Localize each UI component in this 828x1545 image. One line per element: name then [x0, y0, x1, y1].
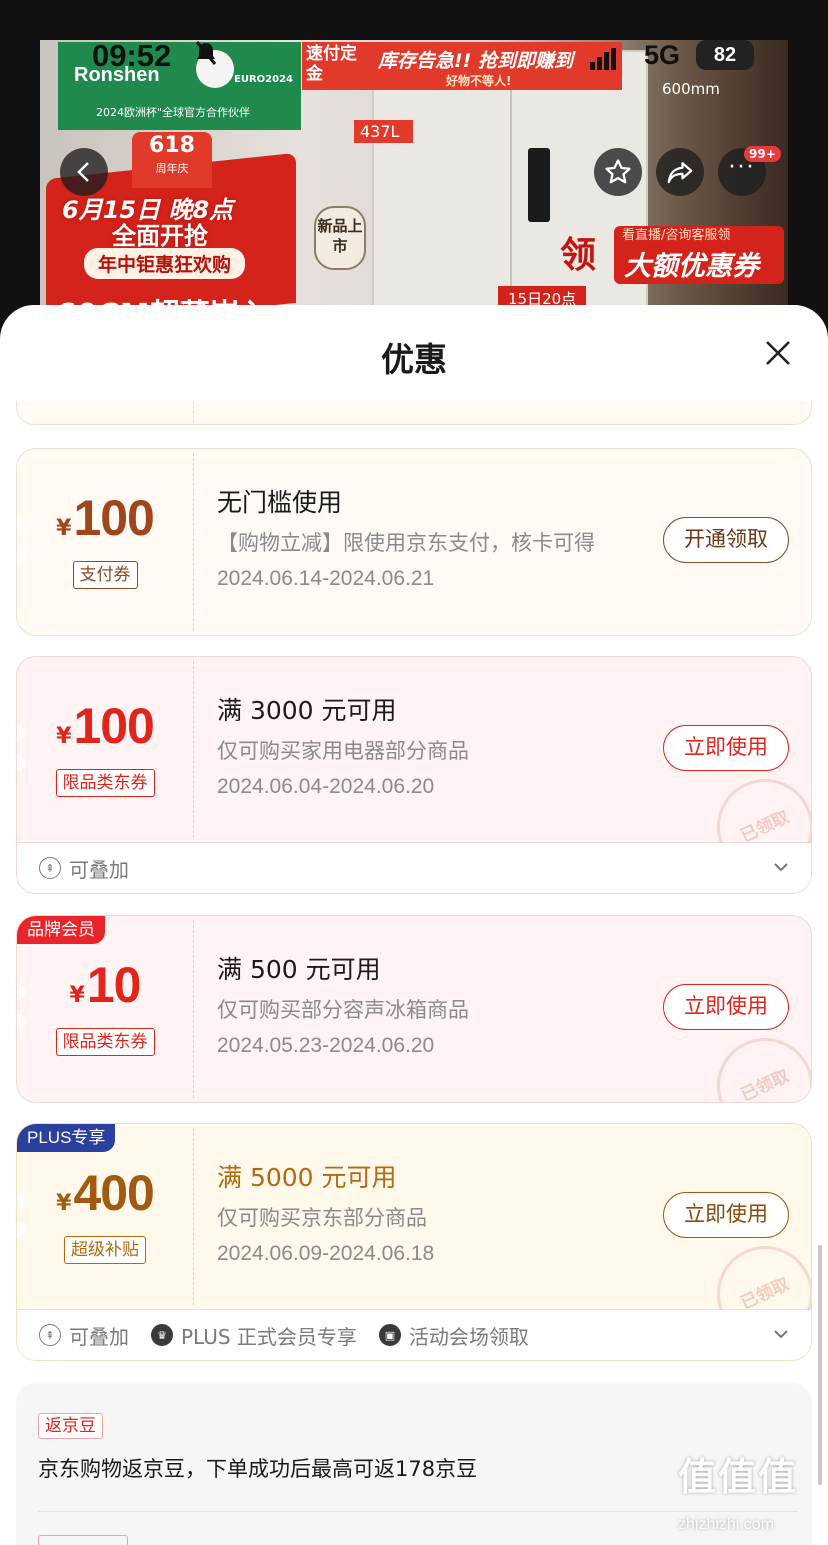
coupon-dates: 2024.05.23-2024.06.20 [217, 1034, 435, 1057]
coupon-amount: ¥10 [69, 957, 142, 1013]
product-banner: Ronshen 2024欧洲杯"全球官方合作伙伴 EURO2024 速付定金 库… [0, 0, 828, 330]
coupon-amount: ¥100 [56, 698, 155, 754]
euro-label: EURO2024 [234, 74, 293, 85]
divider [38, 1511, 798, 1512]
coupon-card[interactable]: 品牌会员 ¥10 限品类东券 满 500 元可用 仅可购买部分容声冰箱商品 20… [16, 915, 812, 1103]
share-button[interactable] [656, 148, 704, 196]
claimed-stamp: 已领取 [701, 1022, 811, 1102]
coupon-main: ¥100 支付券 无门槛使用 【购物立减】限使用京东支付，核卡可得 2024.0… [17, 449, 811, 635]
status-time: 09:52 [92, 38, 172, 73]
watermark-logo: 值值值 [678, 1455, 799, 1499]
brand-subtitle: 2024欧洲杯"全球官方合作伙伴 [96, 106, 251, 119]
watermark-url: zhizhizhi.com [678, 1516, 775, 1533]
coupon-condition: 无门槛使用 [217, 488, 343, 517]
coupon-condition: 满 5000 元可用 [217, 1163, 397, 1192]
network-type: 5G [644, 40, 681, 70]
size-label: 600mm [662, 80, 720, 98]
coupon-dates: 2024.06.14-2024.06.21 [217, 567, 435, 590]
coupon-condition: 满 500 元可用 [217, 955, 381, 984]
favorite-button[interactable] [594, 148, 642, 196]
coupon-dates: 2024.06.04-2024.06.20 [217, 775, 435, 798]
badge-618-number: 618 [149, 133, 195, 158]
use-now-button[interactable]: 立即使用 [663, 725, 789, 771]
brand-member-tag: 品牌会员 [17, 916, 105, 944]
capacity-label: 437L [354, 120, 414, 143]
coupon-card[interactable]: PLUS专享 ¥400 超级补贴 满 5000 元可用 仅可购买京东部分商品 2… [16, 1123, 812, 1361]
sheet-title: 优惠 [381, 340, 447, 379]
more-dots-icon: ··· [728, 155, 756, 180]
coupon-type-tag: 超级补贴 [64, 1236, 146, 1264]
ticket-icon: ▣ [378, 1324, 401, 1346]
close-icon [766, 341, 790, 365]
star-icon [605, 159, 631, 184]
promo-sub: 好物不等人! [446, 74, 512, 88]
coupon-banner-main: 大额优惠券 [624, 251, 759, 282]
badge-618: 618 周年庆 [132, 132, 212, 188]
venue-claim-label: ▣ 活动会场领取 [378, 1321, 529, 1350]
next-tag [38, 1535, 128, 1545]
mute-icon [194, 40, 218, 72]
coupon-card-partial [16, 401, 812, 425]
notification-badge: 99+ [744, 146, 781, 162]
use-now-button[interactable]: 立即使用 [663, 1192, 789, 1238]
promo-left: 速付定金 [306, 44, 357, 84]
stackable-label: ⇞ 可叠加 [39, 1321, 129, 1350]
bean-text: 京东购物返京豆，下单成功后最高可返178京豆 [38, 1457, 478, 1481]
crown-icon: ♛ [151, 1324, 173, 1346]
coupon-card[interactable]: ¥100 限品类东券 满 3000 元可用 仅可购买家用电器部分商品 2024.… [16, 656, 812, 894]
plus-exclusive-tag: PLUS专享 [17, 1124, 116, 1152]
stackable-label: ⇞ 可叠加 [39, 854, 129, 883]
coupon-main: ¥400 超级补贴 满 5000 元可用 仅可购买京东部分商品 2024.06.… [17, 1124, 811, 1358]
stack-icon: ⇞ [39, 1324, 61, 1346]
promo-start: 全面开抢 [112, 222, 208, 250]
chevron-left-icon [77, 162, 89, 182]
coupon-banner-sub: 看直播/咨询客服领 [622, 228, 731, 243]
battery-icon: 82 [696, 40, 754, 70]
coupon-description: 【购物立减】限使用京东支付，核卡可得 [217, 531, 595, 555]
bean-tag: 返京豆 [38, 1413, 103, 1439]
ling-label: 领 [560, 235, 597, 276]
coupon-footer[interactable]: ⇞ 可叠加 [17, 843, 811, 893]
close-button[interactable] [760, 335, 796, 371]
coupon-sheet: 优惠 ¥100 支付券 无门槛使用 【购物立减】限使用京东支付，核卡可得 202… [0, 305, 828, 1545]
coupon-amount: ¥100 [56, 490, 155, 546]
coupon-amount: ¥400 [56, 1165, 155, 1221]
coupon-type-tag: 限品类东券 [55, 769, 155, 797]
coupon-description: 仅可购买京东部分商品 [217, 1206, 427, 1230]
promo-mid: 年中钜惠狂欢购 [84, 248, 246, 279]
chevron-down-icon[interactable] [771, 857, 791, 877]
new-product-badge: 新品上市 [314, 206, 366, 270]
coupon-type-tag: 限品类东券 [55, 1028, 155, 1056]
signal-icon [590, 48, 618, 70]
promo-main: 库存告急!! 抢到即赚到 [378, 50, 573, 72]
use-now-button[interactable]: 立即使用 [663, 984, 789, 1030]
coupon-condition: 满 3000 元可用 [217, 696, 397, 725]
badge-618-text: 周年庆 [155, 162, 189, 175]
coupon-card[interactable]: ¥100 支付券 无门槛使用 【购物立减】限使用京东支付，核卡可得 2024.0… [16, 448, 812, 636]
coupon-description: 仅可购买部分容声冰箱商品 [217, 998, 469, 1022]
coupon-type-tag: 支付券 [72, 561, 138, 589]
coupon-main: ¥100 限品类东券 满 3000 元可用 仅可购买家用电器部分商品 2024.… [17, 657, 811, 891]
chevron-down-icon[interactable] [771, 1324, 791, 1344]
plus-member-label: ♛ PLUS 正式会员专享 [151, 1321, 357, 1350]
coupon-dates: 2024.06.09-2024.06.18 [217, 1242, 435, 1265]
fridge-display [528, 148, 550, 222]
scrollbar[interactable] [818, 1245, 822, 1485]
back-button[interactable] [60, 148, 108, 196]
activate-claim-button[interactable]: 开通领取 [663, 517, 789, 563]
stack-icon: ⇞ [39, 857, 61, 879]
coupon-description: 仅可购买家用电器部分商品 [217, 739, 469, 763]
share-icon [667, 162, 693, 184]
coupon-main: ¥10 限品类东券 满 500 元可用 仅可购买部分容声冰箱商品 2024.05… [17, 916, 811, 1102]
coupon-footer[interactable]: ⇞ 可叠加 ♛ PLUS 正式会员专享 ▣ 活动会场领取 [17, 1310, 811, 1360]
